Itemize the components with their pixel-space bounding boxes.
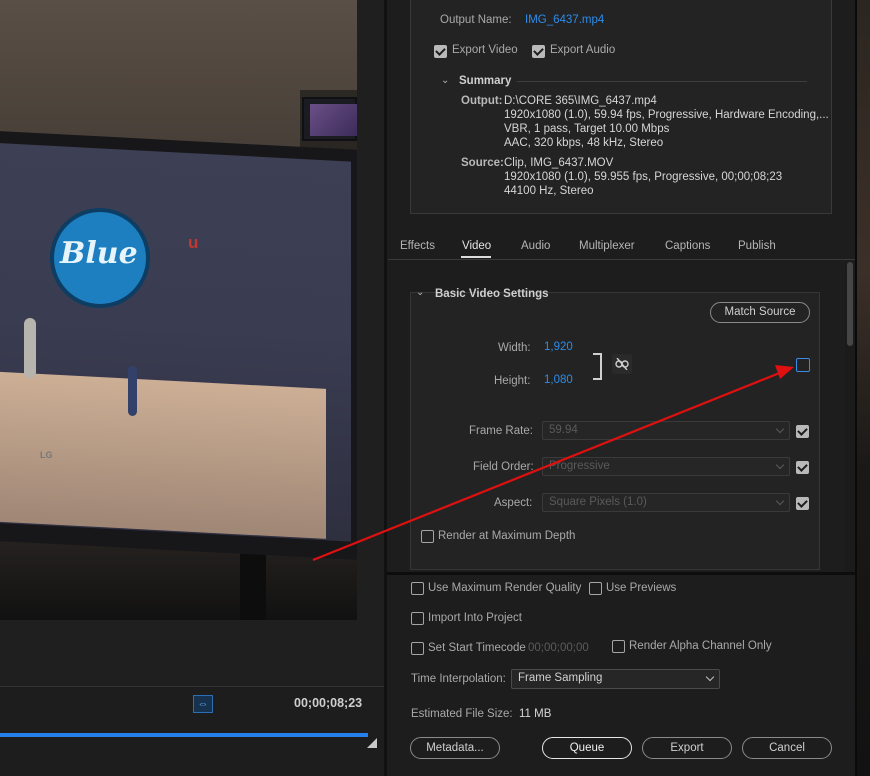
summary-output-line: 1920x1080 (1.0), 59.94 fps, Progressive,… (504, 109, 829, 121)
metadata-button[interactable]: Metadata... (410, 737, 500, 759)
constrain-proportions-icon[interactable] (612, 354, 632, 374)
tab-publish[interactable]: Publish (738, 240, 776, 252)
logo-text: Blue (60, 236, 138, 271)
width-value[interactable]: 1,920 (544, 341, 573, 353)
active-tab-indicator (461, 256, 491, 258)
file-size-label: Estimated File Size: (411, 708, 513, 720)
frame-rate-match-checkbox[interactable] (796, 425, 809, 438)
summary-output-label: Output: (461, 95, 503, 107)
tab-multiplexer[interactable]: Multiplexer (579, 240, 635, 252)
time-interpolation-select[interactable]: Frame Sampling (511, 669, 720, 689)
use-previews-checkbox[interactable] (589, 582, 602, 595)
summary-source-line: 44100 Hz, Stereo (504, 185, 594, 197)
field-order-match-checkbox[interactable] (796, 461, 809, 474)
start-timecode-value[interactable]: 00;00;00;00 (528, 642, 589, 654)
time-interpolation-value: Frame Sampling (518, 672, 603, 684)
aspect-label: Aspect: (494, 497, 533, 509)
export-audio-checkbox[interactable] (532, 45, 545, 58)
match-size-checkbox[interactable] (796, 358, 810, 372)
render-max-depth-label: Render at Maximum Depth (438, 530, 576, 542)
tab-captions[interactable]: Captions (665, 240, 710, 252)
aspect-select[interactable]: Square Pixels (1.0) (542, 493, 790, 512)
width-label: Width: (498, 342, 531, 354)
height-value[interactable]: 1,080 (544, 374, 573, 386)
current-timecode: 00;00;08;23 (294, 696, 363, 710)
summary-source-line: 1920x1080 (1.0), 59.955 fps, Progressive… (504, 171, 783, 183)
render-max-depth-checkbox[interactable] (421, 530, 434, 543)
export-video-checkbox[interactable] (434, 45, 447, 58)
file-size-value: 11 MB (519, 708, 552, 720)
summary-output-line: D:\CORE 365\IMG_6437.mp4 (504, 95, 657, 107)
summary-source-label: Source: (461, 157, 504, 169)
section-title: Basic Video Settings (435, 288, 549, 300)
export-audio-label: Export Audio (550, 44, 616, 56)
summary-output-line: VBR, 1 pass, Target 10.00 Mbps (504, 123, 670, 135)
scrollbar-thumb[interactable] (847, 262, 853, 346)
field-order-select[interactable]: Progressive (542, 457, 790, 476)
tab-effects[interactable]: Effects (400, 240, 435, 252)
max-render-quality-label: Use Maximum Render Quality (428, 582, 582, 594)
use-previews-label: Use Previews (606, 582, 677, 594)
frame-rate-select[interactable]: 59.94 (542, 421, 790, 440)
set-start-timecode-label: Set Start Timecode (428, 642, 526, 654)
link-bracket (593, 353, 602, 380)
tab-audio[interactable]: Audio (521, 240, 550, 252)
summary-collapse-icon[interactable]: ⌄ (441, 75, 449, 86)
aspect-value: Square Pixels (1.0) (549, 496, 647, 508)
cancel-button[interactable]: Cancel (742, 737, 832, 759)
import-into-project-checkbox[interactable] (411, 612, 424, 625)
frame-rate-label: Frame Rate: (469, 425, 533, 437)
frame-rate-value: 59.94 (549, 424, 578, 436)
set-start-timecode-checkbox[interactable] (411, 642, 424, 655)
aspect-match-checkbox[interactable] (796, 497, 809, 510)
queue-button[interactable]: Queue (542, 737, 632, 759)
preview-image: Blue u LG (0, 0, 357, 620)
export-button[interactable]: Export (642, 737, 732, 759)
fit-range-icon[interactable]: ⇔ (193, 695, 213, 713)
import-into-project-label: Import Into Project (428, 612, 522, 624)
output-name-label: Output Name: (440, 14, 512, 26)
export-video-label: Export Video (452, 44, 518, 56)
tab-video[interactable]: Video (462, 240, 491, 252)
height-label: Height: (494, 375, 531, 387)
render-alpha-checkbox[interactable] (612, 640, 625, 653)
field-order-value: Progressive (549, 460, 610, 472)
render-alpha-label: Render Alpha Channel Only (629, 640, 772, 652)
panel-divider[interactable] (384, 0, 387, 776)
field-order-label: Field Order: (473, 461, 534, 473)
match-source-button[interactable]: Match Source (710, 302, 810, 323)
out-point-marker[interactable] (367, 738, 377, 748)
background-window-strip (857, 0, 870, 776)
summary-heading: Summary (459, 75, 512, 87)
time-interpolation-label: Time Interpolation: (411, 673, 506, 685)
max-render-quality-checkbox[interactable] (411, 582, 424, 595)
output-name-link[interactable]: IMG_6437.mp4 (525, 14, 604, 26)
section-collapse-icon[interactable]: ⌄ (416, 287, 424, 298)
timeline-progress[interactable] (0, 733, 368, 737)
summary-rule (517, 81, 807, 82)
summary-source-line: Clip, IMG_6437.MOV (504, 157, 614, 169)
summary-output-line: AAC, 320 kbps, 48 kHz, Stereo (504, 137, 664, 149)
bottom-divider (386, 572, 856, 575)
